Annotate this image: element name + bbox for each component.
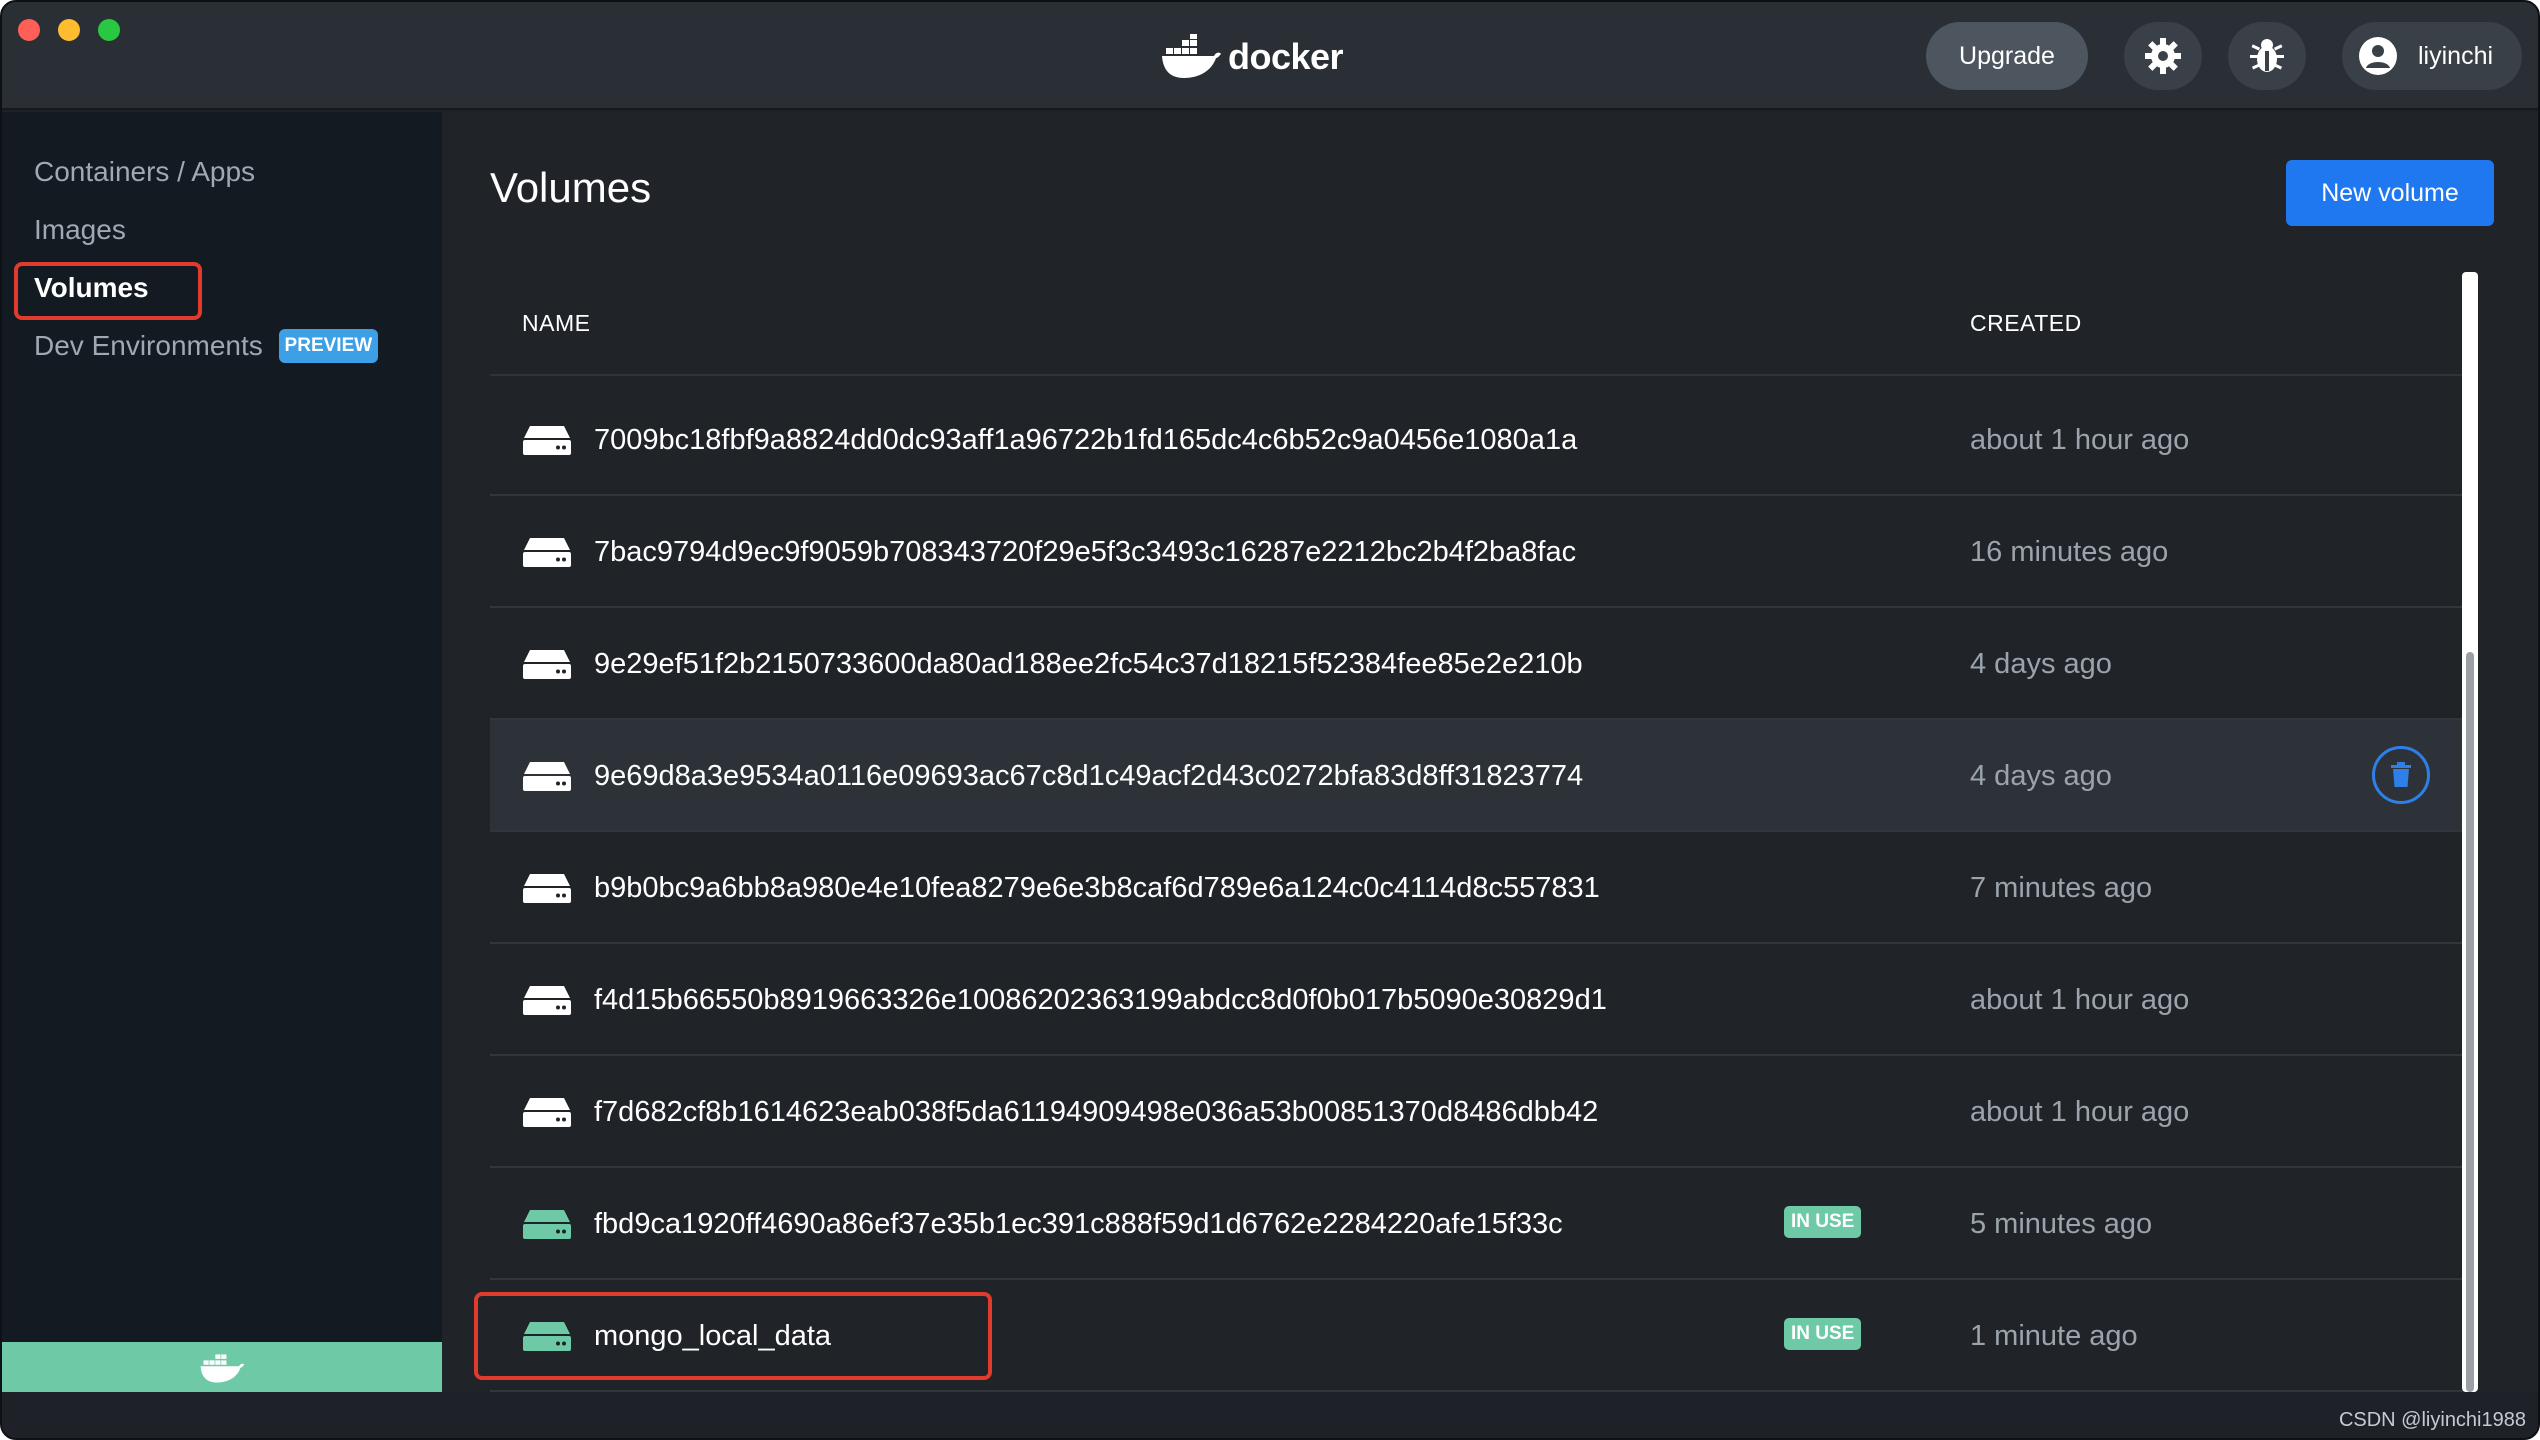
sidebar-item-images[interactable]: Images xyxy=(34,214,126,246)
column-header-name[interactable]: NAME xyxy=(522,310,590,337)
volume-created: 4 days ago xyxy=(1970,648,2112,680)
in-use-badge: IN USE xyxy=(1784,1318,1862,1350)
volume-drive-icon xyxy=(522,1208,572,1245)
volume-created: 16 minutes ago xyxy=(1970,536,2169,568)
scrollbar-thumb[interactable] xyxy=(2466,652,2474,1392)
volume-drive-icon xyxy=(522,760,572,797)
account-button[interactable]: liyinchi xyxy=(2342,22,2522,90)
table-header: NAME CREATED xyxy=(490,272,2466,376)
sidebar-item-label: Dev Environments xyxy=(34,330,263,361)
table-row[interactable]: 7009bc18fbf9a8824dd0dc93aff1a96722b1fd16… xyxy=(490,384,2466,496)
trash-icon xyxy=(2391,762,2411,787)
volume-name[interactable]: b9b0bc9a6bb8a980e4e10fea8279e6e3b8caf6d7… xyxy=(594,872,1600,905)
volumes-table: NAME CREATED 7009bc18fbf9a8824dd0dc93aff… xyxy=(490,272,2466,1392)
volume-drive-icon xyxy=(522,872,572,909)
table-row[interactable]: fbd9ca1920ff4690a86ef37e35b1ec391c888f59… xyxy=(490,1168,2466,1280)
docker-desktop-window: docker Upgrade liyinchi Containers / App… xyxy=(0,0,2540,1440)
sidebar-item-dev-environments[interactable]: Dev Environments PREVIEW xyxy=(34,328,379,365)
engine-status-bar[interactable] xyxy=(2,1342,442,1392)
delete-volume-button[interactable] xyxy=(2372,746,2430,804)
volume-name[interactable]: 7009bc18fbf9a8824dd0dc93aff1a96722b1fd16… xyxy=(594,424,1577,457)
sidebar: Containers / Apps Images Volumes Dev Env… xyxy=(2,112,442,1392)
table-row[interactable]: f7d682cf8b1614623eab038f5da61194909498e0… xyxy=(490,1056,2466,1168)
title-bar: docker Upgrade liyinchi xyxy=(2,2,2538,110)
docker-whale-icon xyxy=(200,1354,245,1383)
maximize-window-button[interactable] xyxy=(98,19,120,41)
main-content: Volumes New volume NAME CREATED 7009bc18… xyxy=(442,112,2538,1392)
table-row[interactable]: 9e29ef51f2b2150733600da80ad188ee2fc54c37… xyxy=(490,608,2466,720)
bug-icon xyxy=(2250,39,2284,72)
sidebar-item-volumes[interactable]: Volumes xyxy=(34,272,149,304)
in-use-badge: IN USE xyxy=(1784,1206,1862,1238)
volume-drive-icon xyxy=(522,536,572,573)
volume-name[interactable]: f7d682cf8b1614623eab038f5da61194909498e0… xyxy=(594,1096,1598,1129)
column-header-created[interactable]: CREATED xyxy=(1970,310,2082,337)
user-name: liyinchi xyxy=(2418,41,2494,70)
volume-drive-icon xyxy=(522,1096,572,1133)
troubleshoot-button[interactable] xyxy=(2228,22,2306,90)
volume-created: 1 minute ago xyxy=(1970,1320,2138,1352)
volume-name[interactable]: 7bac9794d9ec9f9059b708343720f29e5f3c3493… xyxy=(594,536,1576,569)
volume-created: 7 minutes ago xyxy=(1970,872,2153,904)
docker-logo: docker xyxy=(1160,32,1344,82)
close-window-button[interactable] xyxy=(18,19,40,41)
docker-wordmark: docker xyxy=(1228,36,1344,77)
watermark: CSDN @liyinchi1988 xyxy=(2338,1409,2526,1431)
volume-name[interactable]: 9e69d8a3e9534a0116e09693ac67c8d1c49acf2d… xyxy=(594,760,1583,793)
volume-created: 4 days ago xyxy=(1970,760,2112,792)
preview-badge: PREVIEW xyxy=(278,328,379,363)
volume-created: about 1 hour ago xyxy=(1970,1096,2190,1128)
volume-created: about 1 hour ago xyxy=(1970,984,2190,1016)
volume-drive-icon xyxy=(522,424,572,461)
volume-name[interactable]: fbd9ca1920ff4690a86ef37e35b1ec391c888f59… xyxy=(594,1208,1563,1241)
table-row[interactable]: f4d15b66550b8919663326e10086202363199abd… xyxy=(490,944,2466,1056)
upgrade-button[interactable]: Upgrade xyxy=(1926,22,2088,90)
table-row[interactable]: 7bac9794d9ec9f9059b708343720f29e5f3c3493… xyxy=(490,496,2466,608)
minimize-window-button[interactable] xyxy=(58,19,80,41)
volume-name[interactable]: f4d15b66550b8919663326e10086202363199abd… xyxy=(594,984,1607,1017)
docker-whale-icon xyxy=(1162,34,1221,78)
table-row[interactable]: b9b0bc9a6bb8a980e4e10fea8279e6e3b8caf6d7… xyxy=(490,832,2466,944)
volume-drive-icon xyxy=(522,984,572,1021)
sidebar-item-containers-apps[interactable]: Containers / Apps xyxy=(34,156,255,188)
mongo-highlight-box xyxy=(474,1292,992,1380)
volume-name[interactable]: 9e29ef51f2b2150733600da80ad188ee2fc54c37… xyxy=(594,648,1583,681)
user-avatar-icon xyxy=(2359,37,2397,75)
volume-drive-icon xyxy=(522,648,572,685)
gear-icon xyxy=(2145,38,2181,74)
page-title: Volumes xyxy=(490,164,652,211)
new-volume-button[interactable]: New volume xyxy=(2286,160,2494,226)
settings-button[interactable] xyxy=(2124,22,2202,90)
volume-created: 5 minutes ago xyxy=(1970,1208,2153,1240)
volume-created: about 1 hour ago xyxy=(1970,424,2190,456)
table-row[interactable]: 9e69d8a3e9534a0116e09693ac67c8d1c49acf2d… xyxy=(490,720,2466,832)
